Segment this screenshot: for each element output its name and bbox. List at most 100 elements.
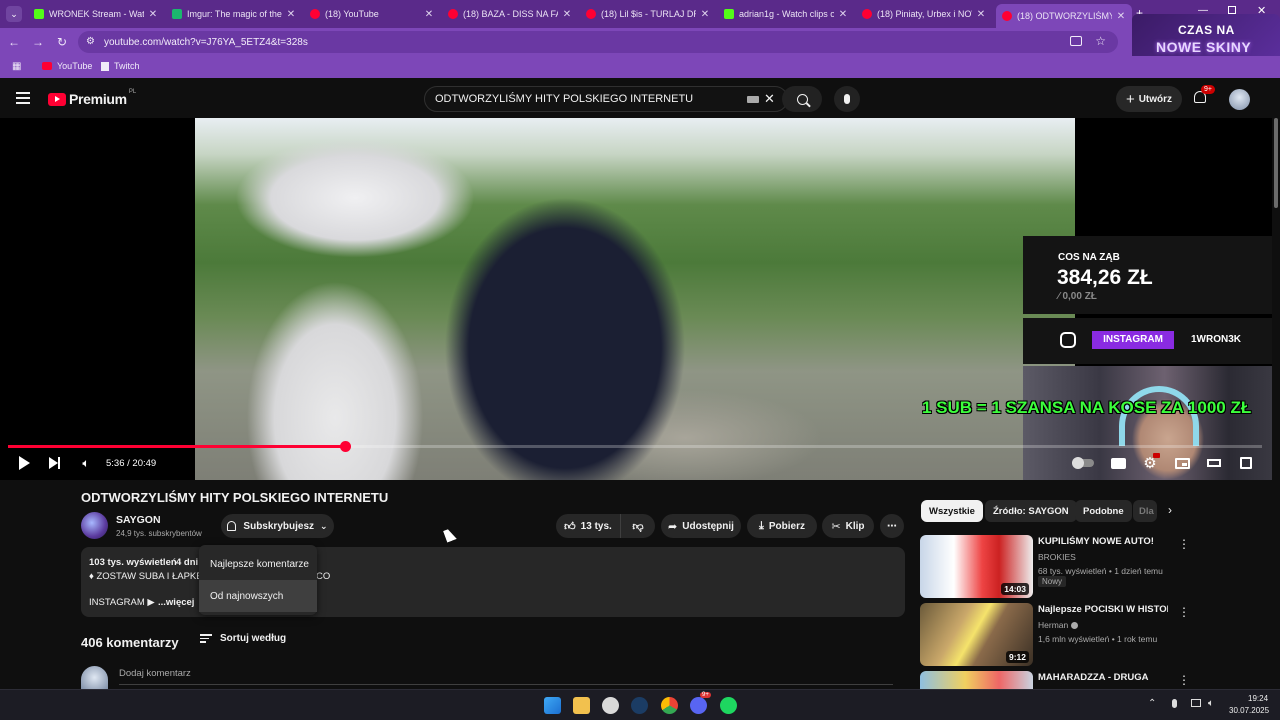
show-more-link[interactable]: ...więcej — [158, 597, 194, 608]
bookmark-star-icon[interactable]: ☆ — [1095, 34, 1106, 48]
address-bar[interactable]: ⚙ youtube.com/watch?v=J76YA_5ETZ4&t=328s… — [78, 31, 1118, 53]
recommended-video[interactable]: 9:12 Najlepsze POCISKI W HISTORII Herman… — [920, 603, 1280, 667]
reload-icon[interactable]: ↻ — [54, 34, 70, 50]
fullscreen-button[interactable] — [1238, 455, 1254, 471]
tab-wronek[interactable]: WRONEK Stream - Watch ✕ — [28, 4, 164, 24]
tab-imgur[interactable]: Imgur: The magic of the I ✕ — [166, 4, 302, 24]
chip-for-you[interactable]: Dla — [1133, 500, 1157, 522]
file-explorer-icon[interactable] — [573, 697, 590, 714]
menu-icon[interactable] — [16, 92, 30, 104]
close-icon[interactable]: ✕ — [700, 9, 710, 20]
volume-button[interactable]: 🔈︎ — [78, 455, 94, 471]
site-info-icon[interactable]: ⚙ — [86, 36, 95, 47]
avatar[interactable] — [1229, 89, 1250, 110]
notifications-button[interactable]: 9+ — [1192, 85, 1215, 109]
chevron-right-icon[interactable]: › — [1168, 503, 1172, 517]
close-icon[interactable]: ✕ — [562, 9, 572, 20]
recommended-video[interactable]: MAHARADZZA - DRUGA ⋮ — [920, 671, 1280, 689]
more-vertical-icon[interactable]: ⋮ — [1178, 537, 1190, 551]
video-thumbnail[interactable]: 14:03 — [920, 535, 1033, 598]
channel-avatar[interactable] — [81, 512, 108, 539]
sort-option-newest[interactable]: Od najnowszych — [199, 580, 317, 612]
theater-mode-button[interactable] — [1206, 455, 1222, 471]
autoplay-toggle[interactable] — [1072, 455, 1094, 471]
settings-button[interactable]: ⚙ — [1142, 453, 1160, 472]
close-icon[interactable]: ✕ — [838, 9, 848, 20]
chip-all[interactable]: Wszystkie — [921, 500, 983, 522]
network-icon[interactable] — [1191, 699, 1201, 707]
window-restore-button[interactable] — [1228, 6, 1236, 14]
search-button[interactable] — [782, 86, 822, 112]
youtube-play-logo-icon — [48, 92, 66, 106]
url-text: youtube.com/watch?v=J76YA_5ETZ4&t=328s — [104, 36, 308, 48]
davinci-resolve-icon[interactable] — [602, 697, 619, 714]
sort-comments-button[interactable]: Sortuj według — [200, 633, 286, 644]
bell-icon — [227, 521, 237, 531]
close-icon[interactable]: ✕ — [286, 9, 296, 20]
page-scrollbar[interactable] — [1272, 118, 1280, 689]
apps-grid-icon[interactable]: ▦ — [12, 61, 21, 72]
chrome-icon[interactable] — [661, 697, 678, 714]
channel-name[interactable]: SAYGON — [116, 514, 161, 526]
search-input[interactable]: ODTWORZYLIŚMY HITY POLSKIEGO INTERNETU ✕ — [424, 86, 788, 112]
video-thumbnail[interactable]: 9:12 — [920, 603, 1033, 666]
play-button[interactable] — [16, 455, 32, 471]
clip-button[interactable]: ✂ Klip — [822, 514, 874, 538]
forward-arrow-icon[interactable]: → — [30, 34, 46, 50]
close-icon[interactable]: ✕ — [148, 9, 158, 20]
tab-search-button[interactable]: ⌄ — [6, 6, 22, 22]
spotify-icon[interactable] — [720, 697, 737, 714]
add-comment-input[interactable]: Dodaj komentarz — [119, 668, 893, 685]
more-vertical-icon[interactable]: ⋮ — [1178, 673, 1190, 687]
share-button[interactable]: ➦ Udostępnij — [661, 514, 741, 538]
progress-bar[interactable] — [8, 441, 1262, 452]
tab-lil-sis[interactable]: (18) Lil $is - TURLAJ DROI ✕ — [580, 4, 716, 24]
voice-search-button[interactable] — [834, 86, 860, 112]
user-avatar-small — [81, 666, 108, 689]
create-button[interactable]: + Utwórz — [1116, 86, 1182, 112]
back-arrow-icon[interactable]: ← — [6, 34, 22, 50]
tab-youtube[interactable]: (18) YouTube ✕ — [304, 4, 440, 24]
close-icon[interactable]: ✕ — [976, 9, 986, 20]
kick-icon — [34, 9, 44, 19]
keyboard-icon[interactable] — [747, 96, 759, 103]
video-duration: 14:03 — [1001, 583, 1029, 595]
dislike-button[interactable]: 👎︎ — [620, 514, 655, 538]
search-query: ODTWORZYLIŚMY HITY POLSKIEGO INTERNETU — [435, 93, 694, 105]
discord-icon[interactable]: 9+ — [690, 692, 711, 714]
video-thumbnail[interactable] — [920, 671, 1033, 689]
bookmark-twitch[interactable]: Twitch — [101, 61, 140, 71]
more-vertical-icon[interactable]: ⋮ — [1178, 605, 1190, 619]
chevron-up-icon[interactable]: ⌃ — [1148, 698, 1156, 709]
subtitles-button[interactable] — [1110, 455, 1126, 471]
tab-baza[interactable]: (18) BAZA - DISS NA FAZI ✕ — [442, 4, 578, 24]
sort-option-top[interactable]: Najlepsze komentarze — [199, 548, 317, 580]
plus-icon: + — [1125, 90, 1135, 108]
volume-icon[interactable]: 🔈︎ — [1208, 698, 1214, 709]
download-button[interactable]: ⤓ Pobierz — [747, 514, 817, 538]
recommended-video[interactable]: 14:03 KUPILIŚMY NOWE AUTO! BROKIES 68 ty… — [920, 535, 1280, 599]
steam-icon[interactable] — [631, 697, 648, 714]
microphone-icon[interactable] — [1172, 699, 1177, 708]
close-icon[interactable]: ✕ — [1116, 11, 1126, 22]
chip-related[interactable]: Podobne — [1075, 500, 1132, 522]
more-actions-button[interactable]: ⋯ — [880, 514, 904, 538]
search-icon — [796, 93, 811, 107]
like-button[interactable]: 👍︎ 13 tys. — [556, 514, 620, 538]
next-button[interactable] — [46, 455, 62, 471]
close-icon[interactable]: ✕ — [424, 9, 434, 20]
install-app-icon[interactable] — [1070, 36, 1082, 46]
tab-current-video[interactable]: (18) ODTWORZYLIŚMY HI ✕ — [996, 4, 1132, 28]
youtube-logo[interactable]: Premium PL — [48, 89, 136, 107]
clear-search-icon[interactable]: ✕ — [764, 91, 775, 107]
windows-start-icon[interactable] — [544, 697, 561, 714]
video-player[interactable]: COS NA ZĄB 384,26 ZŁ ⁄ 0,00 ZŁ INSTAGRAM… — [0, 118, 1280, 480]
tab-piniaty[interactable]: (18) Piniaty, Urbex i NOW ✕ — [856, 4, 992, 24]
miniplayer-button[interactable] — [1174, 455, 1190, 471]
tab-adrian1g[interactable]: adrian1g - Watch clips on ✕ — [718, 4, 854, 24]
chip-source-saygon[interactable]: Źródło: SAYGON — [985, 500, 1077, 522]
bookmark-youtube[interactable]: YouTube — [42, 61, 92, 71]
subscriber-count: 24,9 tys. subskrybentów — [116, 529, 202, 538]
recommended-title: MAHARADZZA - DRUGA — [1038, 672, 1149, 683]
subscribe-button[interactable]: Subskrybujesz ⌄ — [221, 514, 334, 538]
